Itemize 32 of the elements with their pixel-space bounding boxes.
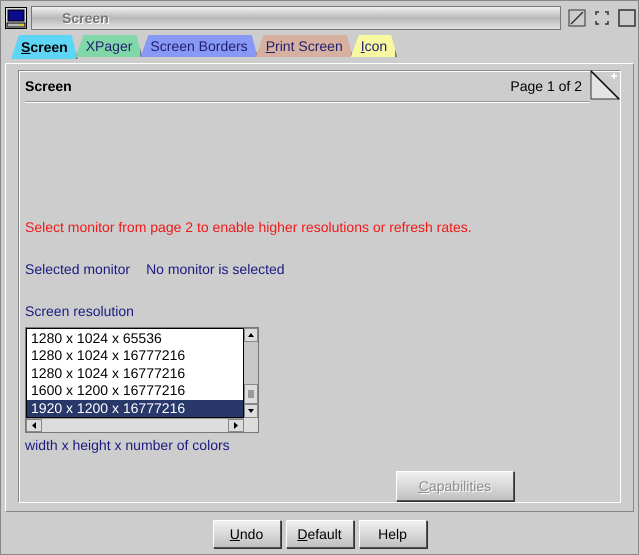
list-item[interactable]: 1280 x 1024 x 16777216 xyxy=(27,364,243,382)
field-label: Screen resolution xyxy=(25,303,135,319)
scroll-up-icon[interactable] xyxy=(244,328,258,342)
window-title: Screen xyxy=(62,10,109,26)
field-label: Selected monitor xyxy=(25,261,130,277)
grip-icon xyxy=(246,389,256,399)
list-item[interactable]: 1600 x 1200 x 16777216 xyxy=(27,382,243,400)
list-item[interactable]: 1920 x 1200 x 16777216 xyxy=(27,400,243,418)
list-item[interactable]: 1280 x 1024 x 65536 xyxy=(27,330,243,348)
scroll-left-icon[interactable] xyxy=(26,419,42,432)
dialog-button[interactable]: Undo xyxy=(212,520,280,548)
tab[interactable]: Screen Borders xyxy=(140,35,258,57)
tab[interactable]: XPager xyxy=(76,35,142,57)
warning-message: Select monitor from page 2 to enable higher resolutions or refresh rates. xyxy=(25,219,473,235)
tab[interactable]: Print Screen xyxy=(256,35,353,57)
dialog-button[interactable]: Help xyxy=(358,520,426,548)
horizontal-scrollbar[interactable] xyxy=(26,418,244,432)
tab[interactable]: Icon xyxy=(350,35,398,57)
scroll-thumb[interactable] xyxy=(244,384,258,404)
monitor-value: No monitor is selected xyxy=(146,261,285,277)
scroll-right-icon[interactable] xyxy=(228,419,244,432)
page-title: Screen xyxy=(25,78,73,94)
monitor-icon[interactable] xyxy=(5,7,27,29)
dialog-button[interactable]: Default xyxy=(286,520,354,548)
tab[interactable]: Screen xyxy=(11,35,78,59)
list-item[interactable]: 1280 x 1024 x 16777216 xyxy=(27,347,243,365)
vertical-scrollbar[interactable] xyxy=(244,328,258,418)
hint-text: width x height x number of colors xyxy=(25,437,231,453)
page-indicator: Page 1 of 2 xyxy=(510,78,582,94)
scroll-down-icon[interactable] xyxy=(244,404,258,418)
maximize-icon[interactable] xyxy=(593,9,611,27)
page-turn-icon[interactable] xyxy=(590,70,620,102)
